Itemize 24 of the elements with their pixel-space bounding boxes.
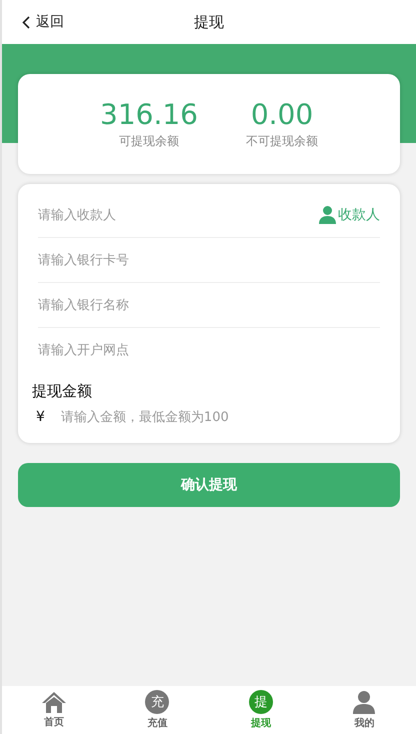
amount-label: 提现金额 — [32, 382, 93, 401]
nav-tab[interactable]: 我的 — [312, 686, 416, 734]
input-field[interactable]: 请输入银行名称 — [38, 298, 380, 312]
input-field[interactable]: 请输入银行卡号 — [38, 252, 380, 268]
input-field[interactable]: 请输入收款人 — [38, 208, 319, 222]
home-icon — [40, 691, 67, 713]
amount-field[interactable]: 请输入金额，最低金额为100 — [60, 410, 380, 424]
input-field[interactable]: 请输入开户网点 — [38, 342, 380, 358]
payee-button[interactable]: 收款人 — [319, 206, 380, 224]
glyph-icon: 充 — [145, 690, 170, 714]
nav-tab[interactable]: 充 充值 — [106, 686, 209, 734]
balance-label: 可提现余额 — [118, 133, 179, 150]
chevron-left-icon — [22, 16, 30, 28]
page-title: 提现 — [194, 12, 224, 32]
currency-symbol: ¥ — [36, 409, 45, 425]
back-button[interactable]: 返回 — [22, 13, 64, 31]
glyph-icon: 提 — [248, 690, 273, 714]
nav-tab[interactable]: 提 提现 — [209, 686, 312, 734]
person-icon — [319, 206, 336, 224]
nav-tab[interactable]: 首页 — [2, 686, 106, 734]
person-icon — [352, 690, 376, 714]
balance-amount: 0.00 — [250, 98, 314, 131]
balance-label: 不可提现余额 — [246, 133, 318, 150]
balance-amount: 316.16 — [100, 98, 198, 131]
